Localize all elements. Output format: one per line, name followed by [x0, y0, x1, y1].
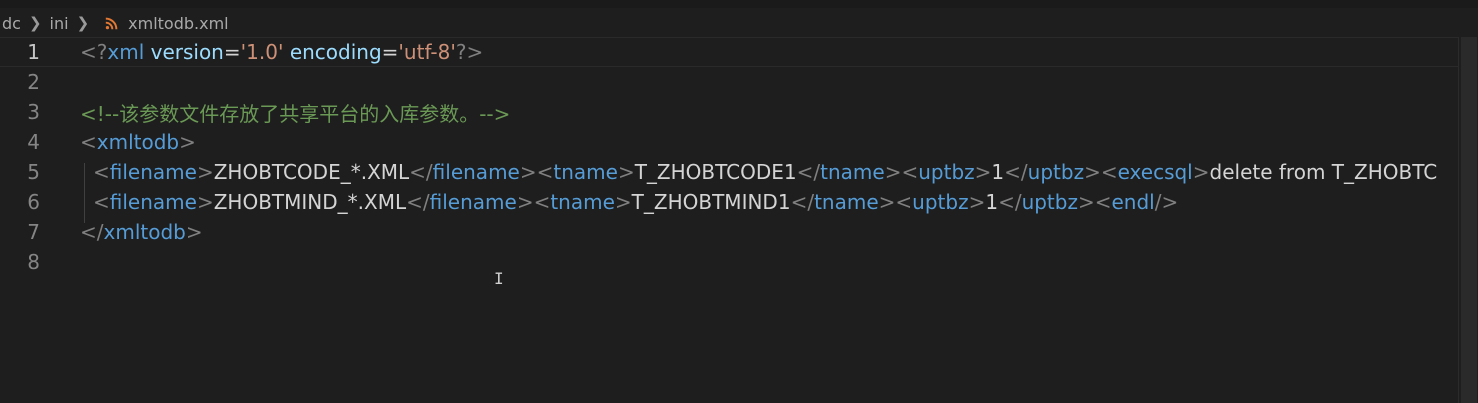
line-number: 5 [27, 160, 40, 184]
code-line[interactable]: 6 < filename > ZHOBTMIND_*.XML </filename > <… [0, 187, 1458, 217]
xml-punct: </ [1004, 160, 1028, 184]
xml-tag: tname [814, 190, 879, 214]
code-line[interactable]: 8 [0, 247, 1458, 277]
breadcrumb-file[interactable]: xmltodb.xml [126, 14, 230, 33]
line-number: 8 [27, 250, 40, 274]
xml-punct: < [80, 130, 97, 154]
breadcrumb-folder-dc[interactable]: dc [0, 14, 23, 33]
xml-declaration: xml [107, 40, 145, 64]
xml-punct: > [196, 190, 214, 214]
xml-equals: = [223, 40, 241, 64]
xml-punct: > [884, 160, 902, 184]
xml-tag: uptbz [918, 160, 975, 184]
xml-string: 'utf-8' [398, 40, 456, 64]
xml-punct: > [185, 220, 203, 244]
chevron-right-icon: ❯ [28, 14, 42, 32]
xml-tag: filename [109, 190, 197, 214]
xml-text: ZHOBTMIND_*.XML [213, 190, 407, 214]
xml-punct: /> [1154, 190, 1179, 214]
xml-comment: <!--该参数文件存放了共享平台的入库参数。--> [80, 101, 511, 126]
xml-attribute: version [150, 40, 224, 64]
code-content: </xmltodb > [80, 220, 203, 244]
text-cursor-icon: I [494, 269, 504, 288]
xml-punct: ?> [455, 40, 484, 64]
line-number: 4 [27, 130, 40, 154]
xml-punct: > [179, 130, 196, 154]
line-number: 3 [27, 100, 40, 124]
code-content: < filename > ZHOBTMIND_*.XML </filename > < tn… [93, 190, 1178, 214]
xml-punct: > [516, 190, 534, 214]
xml-punct: > [968, 190, 986, 214]
code-content: <? xml version = '1.0' encoding ='utf-8' ?> [80, 40, 483, 64]
xml-punct: < [901, 160, 919, 184]
chevron-right-icon: ❯ [76, 14, 90, 32]
code-line[interactable]: 3 <!--该参数文件存放了共享平台的入库参数。--> [0, 97, 1458, 127]
xml-tag: uptbz [1027, 160, 1085, 184]
code-content: <!--该参数文件存放了共享平台的入库参数。--> [80, 98, 510, 127]
code-line[interactable]: 2 [0, 67, 1458, 97]
code-line[interactable]: 5 < filename > ZHOBTCODE_*.XML </filename > <… [0, 157, 1458, 187]
xml-punct: < [533, 190, 551, 214]
xml-punct: > [1077, 190, 1095, 214]
xml-punct: < [93, 190, 110, 214]
line-number: 1 [27, 40, 40, 64]
xml-punct: > [974, 160, 992, 184]
xml-punct: </ [790, 190, 815, 214]
xml-punct: < [93, 160, 110, 184]
code-line[interactable]: 4 < xmltodb > [0, 127, 1458, 157]
xml-punct: < [895, 190, 913, 214]
xml-punct: < [1094, 190, 1112, 214]
xml-punct: > [196, 160, 214, 184]
xml-punct: </ [406, 190, 430, 214]
title-strip [0, 0, 1478, 8]
xml-punct: > [878, 190, 896, 214]
rss-feed-icon [105, 17, 118, 29]
xml-tag: filename [109, 160, 197, 184]
xml-punct: <? [80, 40, 108, 64]
code-content: < filename > ZHOBTCODE_*.XML </filename > < tn… [93, 160, 1437, 184]
vertical-scrollbar[interactable] [1458, 37, 1478, 403]
xml-punct: </ [409, 160, 433, 184]
xml-text: delete from T_ZHOBTC [1209, 160, 1438, 184]
xml-tag: xmltodb [103, 220, 186, 244]
xml-attribute: encoding [289, 40, 382, 64]
xml-tag: tname [553, 160, 618, 184]
xml-tag: execsql [1117, 160, 1193, 184]
xml-text: ZHOBTCODE_*.XML [213, 160, 410, 184]
code-line[interactable]: 7 </xmltodb > [0, 217, 1458, 247]
breadcrumb-folder-ini[interactable]: ini [48, 14, 71, 33]
xml-tag: tname [550, 190, 615, 214]
code-line[interactable]: 1 <? xml version = '1.0' encoding ='utf-8' ?> [0, 37, 1458, 67]
xml-tag: uptbz [912, 190, 969, 214]
xml-tag: filename [432, 160, 520, 184]
xml-tag: uptbz [1021, 190, 1078, 214]
breadcrumb: dc ❯ ini ❯ xmltodb.xml [0, 8, 231, 38]
xml-text: 1 [985, 190, 999, 214]
xml-tag: filename [429, 190, 517, 214]
line-number: 6 [27, 190, 40, 214]
xml-punct: > [1192, 160, 1210, 184]
xml-string: '1.0' [240, 40, 284, 64]
xml-tag: xmltodb [96, 130, 180, 154]
xml-tag: tname [820, 160, 885, 184]
line-number: 7 [27, 220, 40, 244]
xml-punct: </ [796, 160, 821, 184]
xml-text: T_ZHOBTCODE1 [634, 160, 797, 184]
xml-equals: = [381, 40, 399, 64]
xml-punct: < [1100, 160, 1118, 184]
code-editor[interactable]: 1 <? xml version = '1.0' encoding ='utf-8' ?>… [0, 37, 1458, 403]
xml-punct: > [519, 160, 537, 184]
xml-punct: > [614, 190, 632, 214]
xml-punct: > [617, 160, 635, 184]
xml-text: 1 [991, 160, 1005, 184]
xml-punct: < [536, 160, 554, 184]
xml-punct: </ [998, 190, 1022, 214]
code-content: < xmltodb > [80, 130, 196, 154]
line-number: 2 [27, 70, 40, 94]
xml-tag: endl [1111, 190, 1155, 214]
xml-text: T_ZHOBTMIND1 [631, 190, 791, 214]
xml-punct: </ [80, 220, 104, 244]
xml-punct: > [1084, 160, 1101, 184]
scrollbar-thumb[interactable] [1461, 37, 1477, 403]
